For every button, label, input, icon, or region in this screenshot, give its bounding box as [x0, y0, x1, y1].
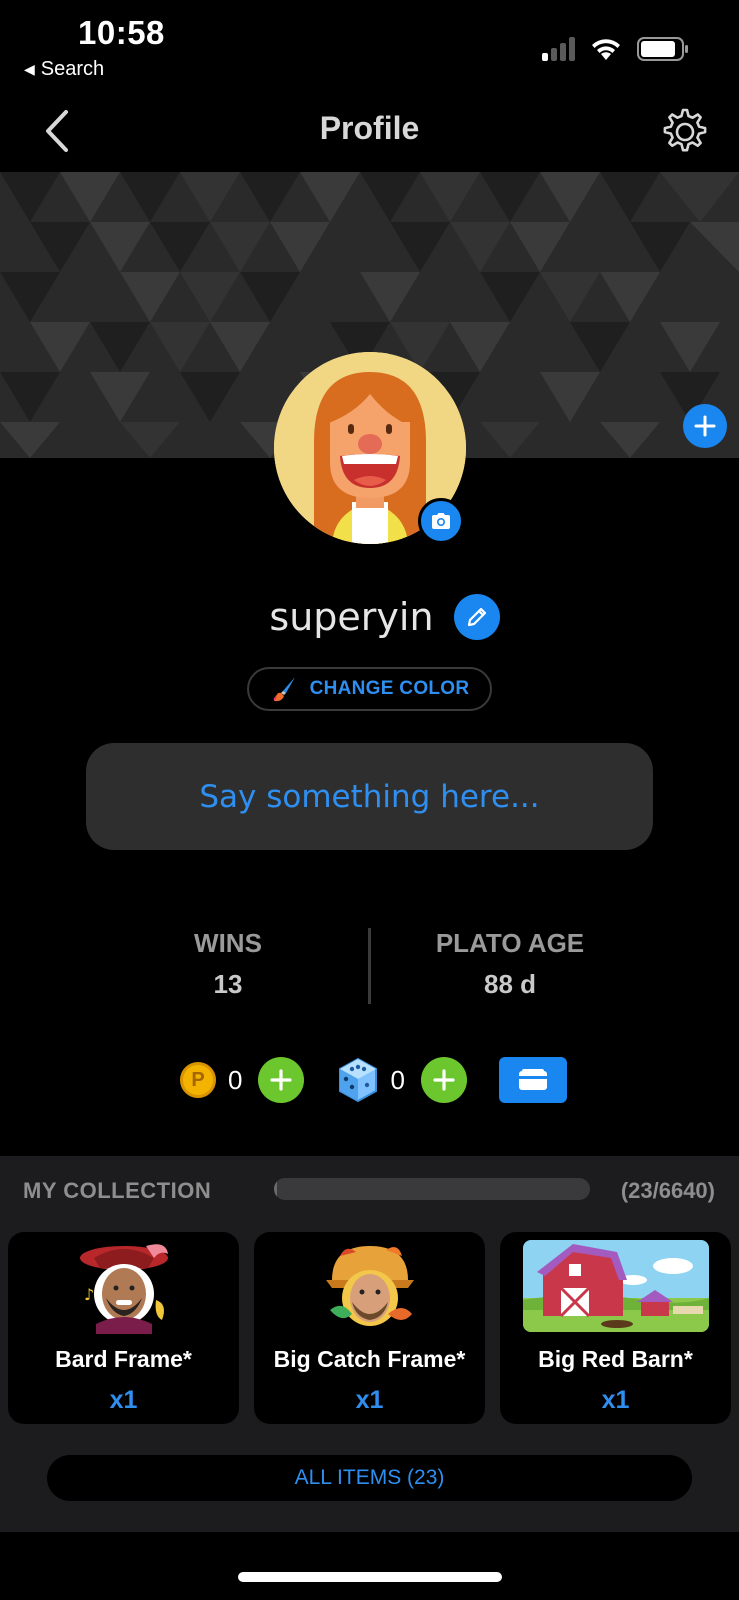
- stat-value: 88 d: [483, 969, 537, 999]
- coin-icon: P: [180, 1062, 216, 1098]
- collection-progress-fill: [274, 1178, 278, 1200]
- plus-icon: [270, 1069, 293, 1091]
- svg-text:♪: ♪: [84, 1285, 94, 1304]
- stats-divider: [368, 928, 371, 1004]
- status-message-placeholder: Say something here...: [199, 778, 540, 815]
- camera-icon: [432, 513, 450, 529]
- collection-count: (23/6640): [620, 1178, 715, 1203]
- big-red-barn-thumbnail: [522, 1240, 709, 1332]
- coin-balance: 0: [228, 1064, 243, 1095]
- back-to-app-link[interactable]: ◀ Search: [24, 58, 104, 81]
- back-app-label: Search: [40, 58, 105, 80]
- gear-icon: [663, 108, 707, 152]
- collection-title: MY COLLECTION: [23, 1178, 212, 1203]
- stats-section: WINS 13 PLATO AGE 88 d: [0, 928, 739, 1008]
- pencil-icon: [467, 607, 486, 627]
- gem-icon: [338, 1057, 378, 1103]
- stat-label: WINS: [194, 928, 262, 958]
- all-items-button[interactable]: ALL ITEMS (23): [47, 1455, 692, 1501]
- change-color-button[interactable]: CHANGE COLOR: [247, 667, 492, 711]
- collection-section: MY COLLECTION (23/6640) ♪ Bard Frame* x1: [0, 1156, 739, 1532]
- plus-icon: [694, 415, 716, 437]
- stat-wins: WINS 13: [108, 928, 348, 1000]
- change-avatar-button[interactable]: [418, 498, 464, 544]
- add-coins-button[interactable]: [258, 1057, 305, 1103]
- gem-balance: 0: [390, 1064, 405, 1095]
- currency-row: P 0 0: [180, 1057, 567, 1103]
- add-gems-button[interactable]: [420, 1057, 467, 1103]
- item-name: Big Red Barn*: [538, 1346, 693, 1372]
- wallet-button[interactable]: [498, 1057, 567, 1103]
- stat-label: PLATO AGE: [435, 928, 585, 958]
- add-banner-button[interactable]: [683, 404, 727, 448]
- item-quantity: x1: [109, 1386, 138, 1414]
- stat-value: 13: [213, 969, 243, 999]
- wallet-icon: [518, 1069, 547, 1090]
- username: superyin: [269, 595, 434, 639]
- nav-bar: Profile: [0, 92, 739, 172]
- item-name: Big Catch Frame*: [273, 1346, 466, 1372]
- status-bar: 10:58 ◀ Search: [0, 0, 739, 90]
- item-quantity: x1: [601, 1386, 630, 1414]
- item-quantity: x1: [355, 1386, 384, 1414]
- cellular-signal-icon: [542, 37, 575, 61]
- edit-username-button[interactable]: [453, 594, 500, 640]
- status-icons: [542, 36, 689, 62]
- wifi-icon: [592, 39, 620, 60]
- status-time: 10:58: [78, 14, 165, 51]
- status-message-input[interactable]: Say something here...: [86, 743, 653, 850]
- battery-icon: [637, 37, 688, 61]
- collection-progress-bar: [274, 1178, 590, 1200]
- back-triangle-icon: ◀: [24, 61, 35, 77]
- item-name: Bard Frame*: [55, 1346, 192, 1372]
- paintbrush-icon: [273, 677, 295, 702]
- plus-icon: [433, 1069, 455, 1091]
- bard-frame-thumbnail: ♪: [76, 1240, 172, 1334]
- big-catch-frame-thumbnail: [322, 1240, 418, 1334]
- change-color-label: CHANGE COLOR: [309, 678, 470, 699]
- collection-item-card[interactable]: Big Catch Frame* x1: [254, 1232, 485, 1424]
- settings-button[interactable]: [659, 106, 711, 158]
- stat-plato-age: PLATO AGE 88 d: [390, 928, 630, 1000]
- username-row: superyin: [0, 594, 739, 640]
- page-title: Profile: [319, 110, 420, 146]
- collection-item-card[interactable]: Big Red Barn* x1: [500, 1232, 731, 1424]
- all-items-label: ALL ITEMS (23): [294, 1466, 445, 1489]
- collection-item-card[interactable]: ♪ Bard Frame* x1: [8, 1232, 239, 1424]
- home-indicator[interactable]: [238, 1572, 502, 1582]
